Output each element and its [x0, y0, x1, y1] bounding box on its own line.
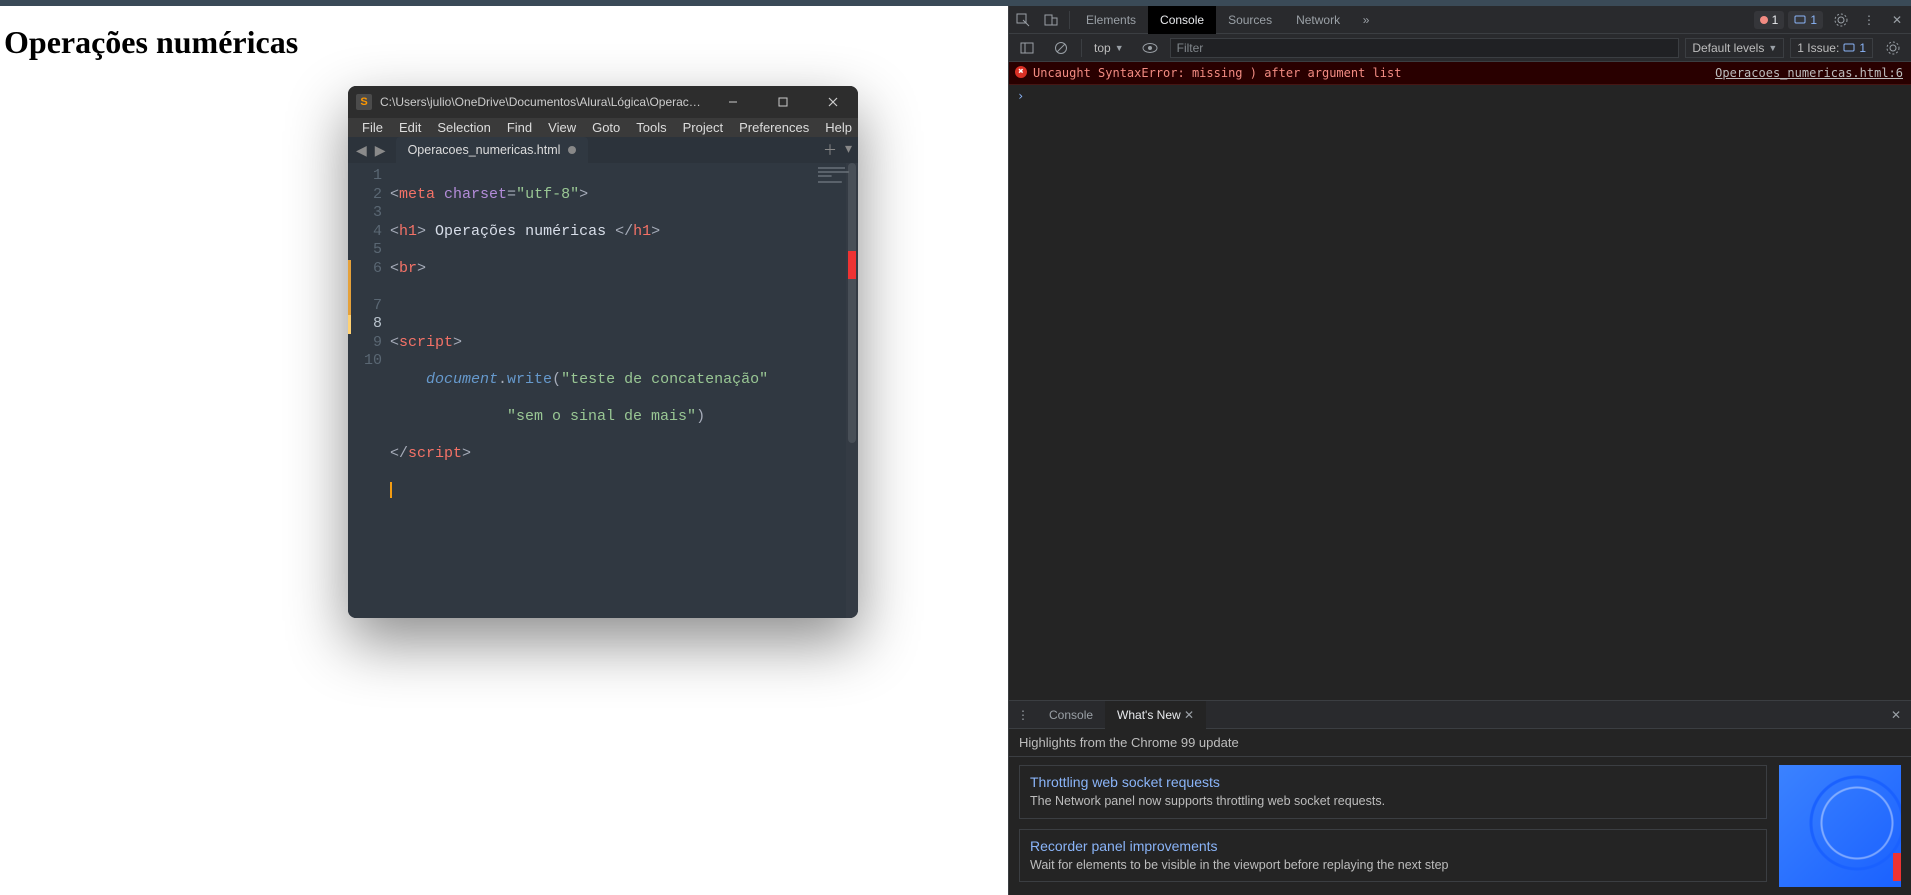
sidebar-toggle-icon[interactable]: [1013, 34, 1041, 62]
tab-elements[interactable]: Elements: [1074, 6, 1148, 34]
whatsnew-card[interactable]: Throttling web socket requests The Netwo…: [1019, 765, 1767, 819]
whatsnew-card[interactable]: Recorder panel improvements Wait for ele…: [1019, 829, 1767, 883]
card-title: Throttling web socket requests: [1030, 774, 1756, 790]
live-expression-icon[interactable]: [1136, 34, 1164, 62]
kebab-icon[interactable]: ⋮: [1855, 6, 1883, 34]
close-button[interactable]: [812, 86, 854, 118]
rendered-page: Operações numéricas S C:\Users\julio\One…: [0, 6, 1008, 895]
menu-goto[interactable]: Goto: [584, 118, 628, 137]
maximize-button[interactable]: [762, 86, 804, 118]
devtools: Elements Console Sources Network » 1 1 ⋮…: [1008, 6, 1911, 895]
error-message: Uncaught SyntaxError: missing ) after ar…: [1033, 66, 1703, 80]
card-desc: The Network panel now supports throttlin…: [1030, 794, 1756, 810]
devtools-close-icon[interactable]: ✕: [1883, 6, 1911, 34]
error-source-link[interactable]: Operacoes_numericas.html:6: [1715, 66, 1903, 80]
tab-file[interactable]: Operacoes_numericas.html: [396, 137, 589, 163]
menu-project[interactable]: Project: [675, 118, 731, 137]
console-output[interactable]: Uncaught SyntaxError: missing ) after ar…: [1009, 62, 1911, 700]
menu-preferences[interactable]: Preferences: [731, 118, 817, 137]
card-desc: Wait for elements to be visible in the v…: [1030, 858, 1756, 874]
drawer-tab-console[interactable]: Console: [1037, 701, 1105, 729]
error-count-badge[interactable]: 1: [1754, 11, 1785, 29]
app-icon: S: [356, 94, 372, 110]
window-title: C:\Users\julio\OneDrive\Documentos\Alura…: [380, 95, 704, 109]
issues-pill[interactable]: 1 Issue: 1: [1790, 38, 1873, 58]
menu-selection[interactable]: Selection: [429, 118, 498, 137]
levels-selector[interactable]: Default levels▼: [1685, 38, 1784, 58]
drawer-kebab-icon[interactable]: ⋮: [1009, 701, 1037, 729]
menu-find[interactable]: Find: [499, 118, 540, 137]
whatsnew-thumbnail: [1779, 765, 1901, 887]
code-area[interactable]: 1 2 3 4 5 6 7 8 9 10 <meta charset="utf-…: [348, 163, 858, 618]
inspect-icon[interactable]: [1009, 6, 1037, 34]
menu-file[interactable]: File: [354, 118, 391, 137]
drawer-tab-whatsnew[interactable]: What's New ✕: [1105, 701, 1206, 729]
message-count-badge[interactable]: 1: [1788, 11, 1823, 29]
tab-next-icon[interactable]: ▶: [373, 142, 388, 159]
menu-help[interactable]: Help: [817, 118, 858, 137]
page-title: Operações numéricas: [0, 6, 1008, 61]
console-prompt[interactable]: ›: [1009, 85, 1911, 107]
clear-console-icon[interactable]: [1047, 34, 1075, 62]
menu-view[interactable]: View: [540, 118, 584, 137]
code-content[interactable]: <meta charset="utf-8"> <h1> Operações nu…: [390, 163, 858, 618]
tab-label: Operacoes_numericas.html: [408, 143, 561, 157]
devtools-tabs: Elements Console Sources Network » 1 1 ⋮…: [1009, 6, 1911, 34]
drawer-tabs: ⋮ Console What's New ✕ ✕: [1009, 701, 1911, 729]
scrollbar[interactable]: [846, 163, 858, 618]
settings-icon[interactable]: [1827, 6, 1855, 34]
tabbar: ◀ ▶ Operacoes_numericas.html ＋ ▾: [348, 137, 858, 163]
tab-menu-icon[interactable]: ▾: [845, 140, 852, 160]
sublime-window: S C:\Users\julio\OneDrive\Documentos\Alu…: [348, 86, 858, 618]
console-settings-icon[interactable]: [1879, 34, 1907, 62]
minimize-button[interactable]: [712, 86, 754, 118]
menu-edit[interactable]: Edit: [391, 118, 429, 137]
context-selector[interactable]: top▼: [1088, 39, 1130, 57]
menubar: File Edit Selection Find View Goto Tools…: [348, 118, 858, 137]
menu-tools[interactable]: Tools: [628, 118, 674, 137]
text-cursor: [390, 482, 392, 498]
gutter: 1 2 3 4 5 6 7 8 9 10: [348, 163, 390, 618]
tab-dirty-icon: [568, 146, 576, 154]
console-toolbar: top▼ Default levels▼ 1 Issue: 1: [1009, 34, 1911, 62]
tab-network[interactable]: Network: [1284, 6, 1352, 34]
window-titlebar[interactable]: S C:\Users\julio\OneDrive\Documentos\Alu…: [348, 86, 858, 118]
drawer-subtitle: Highlights from the Chrome 99 update: [1009, 729, 1911, 757]
devtools-drawer: ⋮ Console What's New ✕ ✕ Highlights from…: [1009, 700, 1911, 895]
tab-sources[interactable]: Sources: [1216, 6, 1284, 34]
tab-add-icon[interactable]: ＋: [823, 140, 837, 160]
card-title: Recorder panel improvements: [1030, 838, 1756, 854]
tab-close-icon[interactable]: ✕: [1184, 708, 1194, 722]
console-error-row[interactable]: Uncaught SyntaxError: missing ) after ar…: [1009, 62, 1911, 85]
device-toggle-icon[interactable]: [1037, 6, 1065, 34]
tab-prev-icon[interactable]: ◀: [354, 142, 369, 159]
more-tabs-icon[interactable]: »: [1352, 6, 1380, 34]
filter-input[interactable]: [1170, 38, 1680, 58]
drawer-close-icon[interactable]: ✕: [1881, 708, 1911, 722]
tab-console[interactable]: Console: [1148, 6, 1216, 34]
